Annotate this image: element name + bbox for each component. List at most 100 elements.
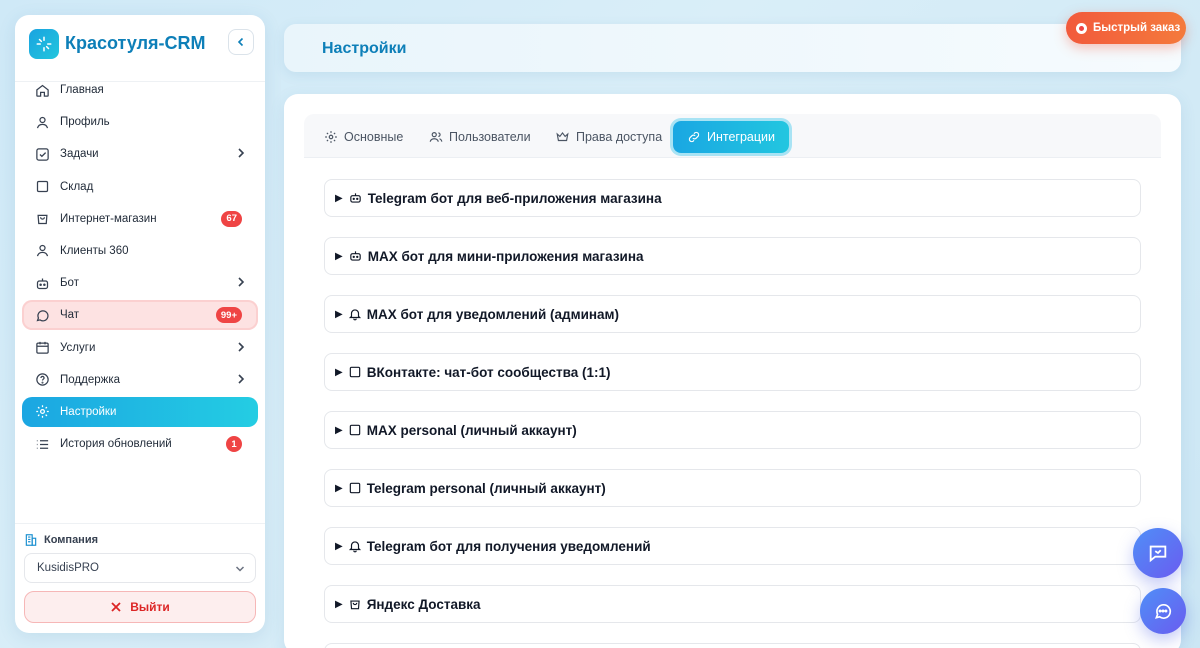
sidebar-item-label: Интернет-магазин bbox=[60, 212, 157, 225]
company-select-value: KusidisPRO bbox=[37, 562, 99, 574]
tab-integrations[interactable]: Интеграции bbox=[673, 121, 790, 153]
triangle-right-icon: ▶ bbox=[335, 482, 343, 494]
square-icon bbox=[348, 423, 362, 437]
sidebar: Красотуля-CRM Главная Профиль Задачи Скл… bbox=[15, 15, 265, 633]
record-dot-icon bbox=[1076, 22, 1087, 34]
sidebar-divider bbox=[15, 523, 265, 524]
page-header: Настройки bbox=[284, 24, 1181, 72]
link-icon bbox=[687, 130, 701, 144]
logout-button[interactable]: Выйти bbox=[24, 591, 256, 623]
sidebar-item-tasks[interactable]: Задачи bbox=[22, 139, 258, 169]
bot-icon bbox=[348, 191, 363, 205]
gear-icon bbox=[324, 130, 338, 144]
integration-accordion[interactable]: ▶ MAX personal (личный аккаунт) bbox=[324, 411, 1141, 449]
integration-accordion[interactable] bbox=[324, 643, 1141, 648]
crown-icon bbox=[555, 130, 570, 144]
tab-access-rights[interactable]: Права доступа bbox=[555, 121, 662, 153]
bell-icon bbox=[348, 307, 362, 321]
sidebar-item-label: Настройки bbox=[60, 405, 117, 418]
home-icon bbox=[34, 82, 50, 98]
help-circle-icon bbox=[34, 372, 50, 388]
app-name: Красотуля-CRM bbox=[65, 33, 206, 53]
sidebar-item-label: Поддержка bbox=[60, 373, 120, 386]
collapse-sidebar-button[interactable] bbox=[228, 29, 254, 55]
sidebar-item-changelog[interactable]: История обновлений 1 bbox=[22, 429, 258, 459]
tabs-bar: Основные Пользователи Права доступа Инте… bbox=[304, 114, 1161, 158]
chat-support-button[interactable] bbox=[1140, 588, 1186, 634]
message-square-icon bbox=[1149, 545, 1167, 563]
bag-icon bbox=[348, 597, 362, 611]
user-icon bbox=[34, 114, 50, 130]
chevron-right-icon bbox=[238, 374, 245, 384]
sidebar-item-warehouse[interactable]: Склад bbox=[22, 172, 258, 202]
list-icon bbox=[34, 436, 50, 452]
users-icon bbox=[429, 130, 443, 144]
sidebar-item-label: Клиенты 360 bbox=[60, 244, 129, 257]
bot-icon bbox=[348, 249, 363, 263]
sidebar-item-label: Главная bbox=[60, 84, 104, 96]
sidebar-item-chat[interactable]: Чат 99+ bbox=[22, 300, 258, 331]
sidebar-item-home[interactable]: Главная bbox=[22, 75, 258, 105]
count-badge: 99+ bbox=[215, 307, 242, 324]
count-badge: 67 bbox=[221, 210, 242, 227]
square-icon bbox=[348, 481, 362, 495]
gear-icon bbox=[34, 404, 50, 420]
sidebar-item-settings[interactable]: Настройки bbox=[22, 396, 258, 427]
bot-icon bbox=[34, 275, 50, 291]
integration-accordion[interactable]: ▶ Telegram personal (личный аккаунт) bbox=[324, 469, 1141, 507]
sidebar-item-online-store[interactable]: Интернет-магазин 67 bbox=[22, 204, 258, 234]
square-icon bbox=[348, 365, 362, 379]
chevron-left-icon bbox=[237, 37, 244, 47]
sidebar-nav: Главная Профиль Задачи Склад Интернет-ма… bbox=[22, 75, 258, 461]
chat-dots-icon bbox=[1154, 603, 1172, 619]
tab-general[interactable]: Основные bbox=[324, 121, 403, 153]
feedback-button[interactable] bbox=[1133, 528, 1183, 578]
bag-icon bbox=[34, 211, 50, 227]
count-badge: 1 bbox=[226, 436, 242, 453]
sidebar-item-label: Профиль bbox=[60, 116, 110, 129]
settings-panel: Основные Пользователи Права доступа Инте… bbox=[284, 94, 1181, 648]
sidebar-item-label: Услуги bbox=[60, 341, 96, 354]
calendar-icon bbox=[34, 340, 50, 356]
sidebar-item-label: Чат bbox=[60, 309, 80, 322]
user-icon bbox=[34, 243, 50, 259]
close-icon bbox=[111, 602, 121, 612]
chat-bubble-icon bbox=[34, 307, 50, 323]
triangle-right-icon: ▶ bbox=[335, 540, 343, 552]
company-select[interactable]: KusidisPRO bbox=[24, 553, 256, 583]
page-title: Настройки bbox=[322, 40, 407, 57]
triangle-right-icon: ▶ bbox=[335, 366, 343, 378]
sidebar-item-label: Склад bbox=[60, 180, 94, 193]
integration-accordion[interactable]: ▶ Яндекс Доставка bbox=[324, 585, 1141, 623]
triangle-right-icon: ▶ bbox=[335, 424, 343, 436]
sidebar-header: Красотуля-CRM bbox=[15, 15, 265, 71]
tab-users[interactable]: Пользователи bbox=[429, 121, 531, 153]
chevron-right-icon bbox=[238, 341, 245, 352]
building-icon bbox=[25, 534, 37, 546]
sidebar-item-label: Бот bbox=[60, 277, 79, 290]
quick-order-button[interactable]: Быстрый заказ bbox=[1066, 12, 1186, 44]
chevron-right-icon bbox=[238, 277, 245, 287]
integration-accordion[interactable]: ▶ ВКонтакте: чат-бот сообщества (1:1) bbox=[324, 353, 1141, 391]
sidebar-item-profile[interactable]: Профиль bbox=[22, 107, 258, 137]
integration-accordion[interactable]: ▶ Telegram бот для веб-приложения магази… bbox=[324, 179, 1141, 217]
triangle-right-icon: ▶ bbox=[335, 598, 343, 610]
bell-icon bbox=[348, 539, 362, 553]
chevron-right-icon bbox=[238, 148, 245, 158]
triangle-right-icon: ▶ bbox=[335, 250, 343, 262]
sidebar-item-bot[interactable]: Бот bbox=[22, 268, 258, 298]
integration-accordion[interactable]: ▶ MAX бот для мини-приложения магазина bbox=[324, 237, 1141, 275]
sidebar-item-label: Задачи bbox=[60, 148, 99, 161]
integration-accordion[interactable]: ▶ MAX бот для уведомлений (админам) bbox=[324, 295, 1141, 333]
triangle-right-icon: ▶ bbox=[335, 192, 343, 204]
sidebar-item-clients[interactable]: Клиенты 360 bbox=[22, 236, 258, 266]
sidebar-item-services[interactable]: Услуги bbox=[22, 333, 258, 363]
integration-accordion[interactable]: ▶ Telegram бот для получения уведомлений bbox=[324, 527, 1141, 565]
sidebar-item-label: История обновлений bbox=[60, 438, 172, 451]
square-icon bbox=[34, 179, 50, 195]
sidebar-item-support[interactable]: Поддержка bbox=[22, 365, 258, 395]
triangle-right-icon: ▶ bbox=[335, 308, 343, 320]
checkbox-icon bbox=[34, 146, 50, 162]
company-label: Компания bbox=[24, 533, 98, 547]
logo-sparkle-icon bbox=[29, 29, 59, 59]
